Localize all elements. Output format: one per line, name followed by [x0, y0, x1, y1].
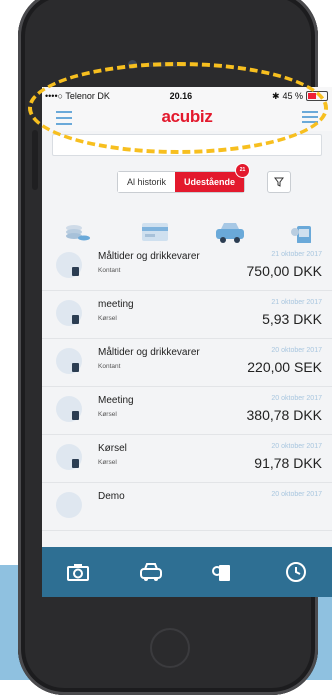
- list-item[interactable]: Måltider og drikkevarer Kontant 20 oktob…: [42, 339, 332, 387]
- receipt-icon: [72, 315, 79, 324]
- expense-tab[interactable]: [209, 558, 237, 586]
- car-tab-icon: [139, 563, 162, 581]
- filter-icon: [274, 177, 284, 187]
- home-button[interactable]: [150, 628, 190, 668]
- car-icon[interactable]: [212, 220, 248, 244]
- receipt-icon: [72, 411, 79, 420]
- list-item[interactable]: Demo 20 oktober 2017: [42, 483, 332, 531]
- receipt-icon: [72, 363, 79, 372]
- camera-icon: [67, 564, 90, 581]
- filter-button[interactable]: [267, 171, 291, 193]
- filter-toggle-row: Al historik Udestående 21: [42, 156, 332, 216]
- card-icon[interactable]: [140, 220, 172, 244]
- list-item[interactable]: Meeting Kørsel 20 oktober 2017 380,78 DK…: [42, 387, 332, 435]
- mileage-tab[interactable]: [137, 558, 165, 586]
- receipt-icon: [72, 267, 79, 276]
- phone-screen: ••••○ Telenor DK 20.16 ✱ 45 % acubiz Al …: [42, 87, 332, 597]
- history-toggle: Al historik Udestående 21: [117, 163, 251, 193]
- coins-icon[interactable]: [64, 220, 92, 242]
- receipt-icon: [72, 459, 79, 468]
- coffee-tab-icon: [212, 565, 231, 581]
- outstanding-count-badge: 21: [235, 163, 251, 178]
- car-icon: [56, 492, 82, 518]
- annotation-highlight: [28, 62, 328, 154]
- clock-icon: [285, 562, 306, 582]
- toggle-all-history[interactable]: Al historik: [118, 172, 176, 192]
- camera-tab[interactable]: [64, 558, 92, 586]
- toggle-outstanding[interactable]: Udestående 21: [175, 163, 251, 192]
- history-tab[interactable]: [282, 558, 310, 586]
- list-item[interactable]: Kørsel Kørsel 20 oktober 2017 91,78 DKK: [42, 435, 332, 483]
- phone-side-button: [32, 130, 38, 190]
- list-item[interactable]: meeting Kørsel 21 oktober 2017 5,93 DKK: [42, 291, 332, 339]
- expense-list: Måltider og drikkevarer Kontant 21 oktob…: [42, 243, 332, 531]
- bottom-tab-bar: [42, 547, 332, 597]
- list-item[interactable]: Måltider og drikkevarer Kontant 21 oktob…: [42, 243, 332, 291]
